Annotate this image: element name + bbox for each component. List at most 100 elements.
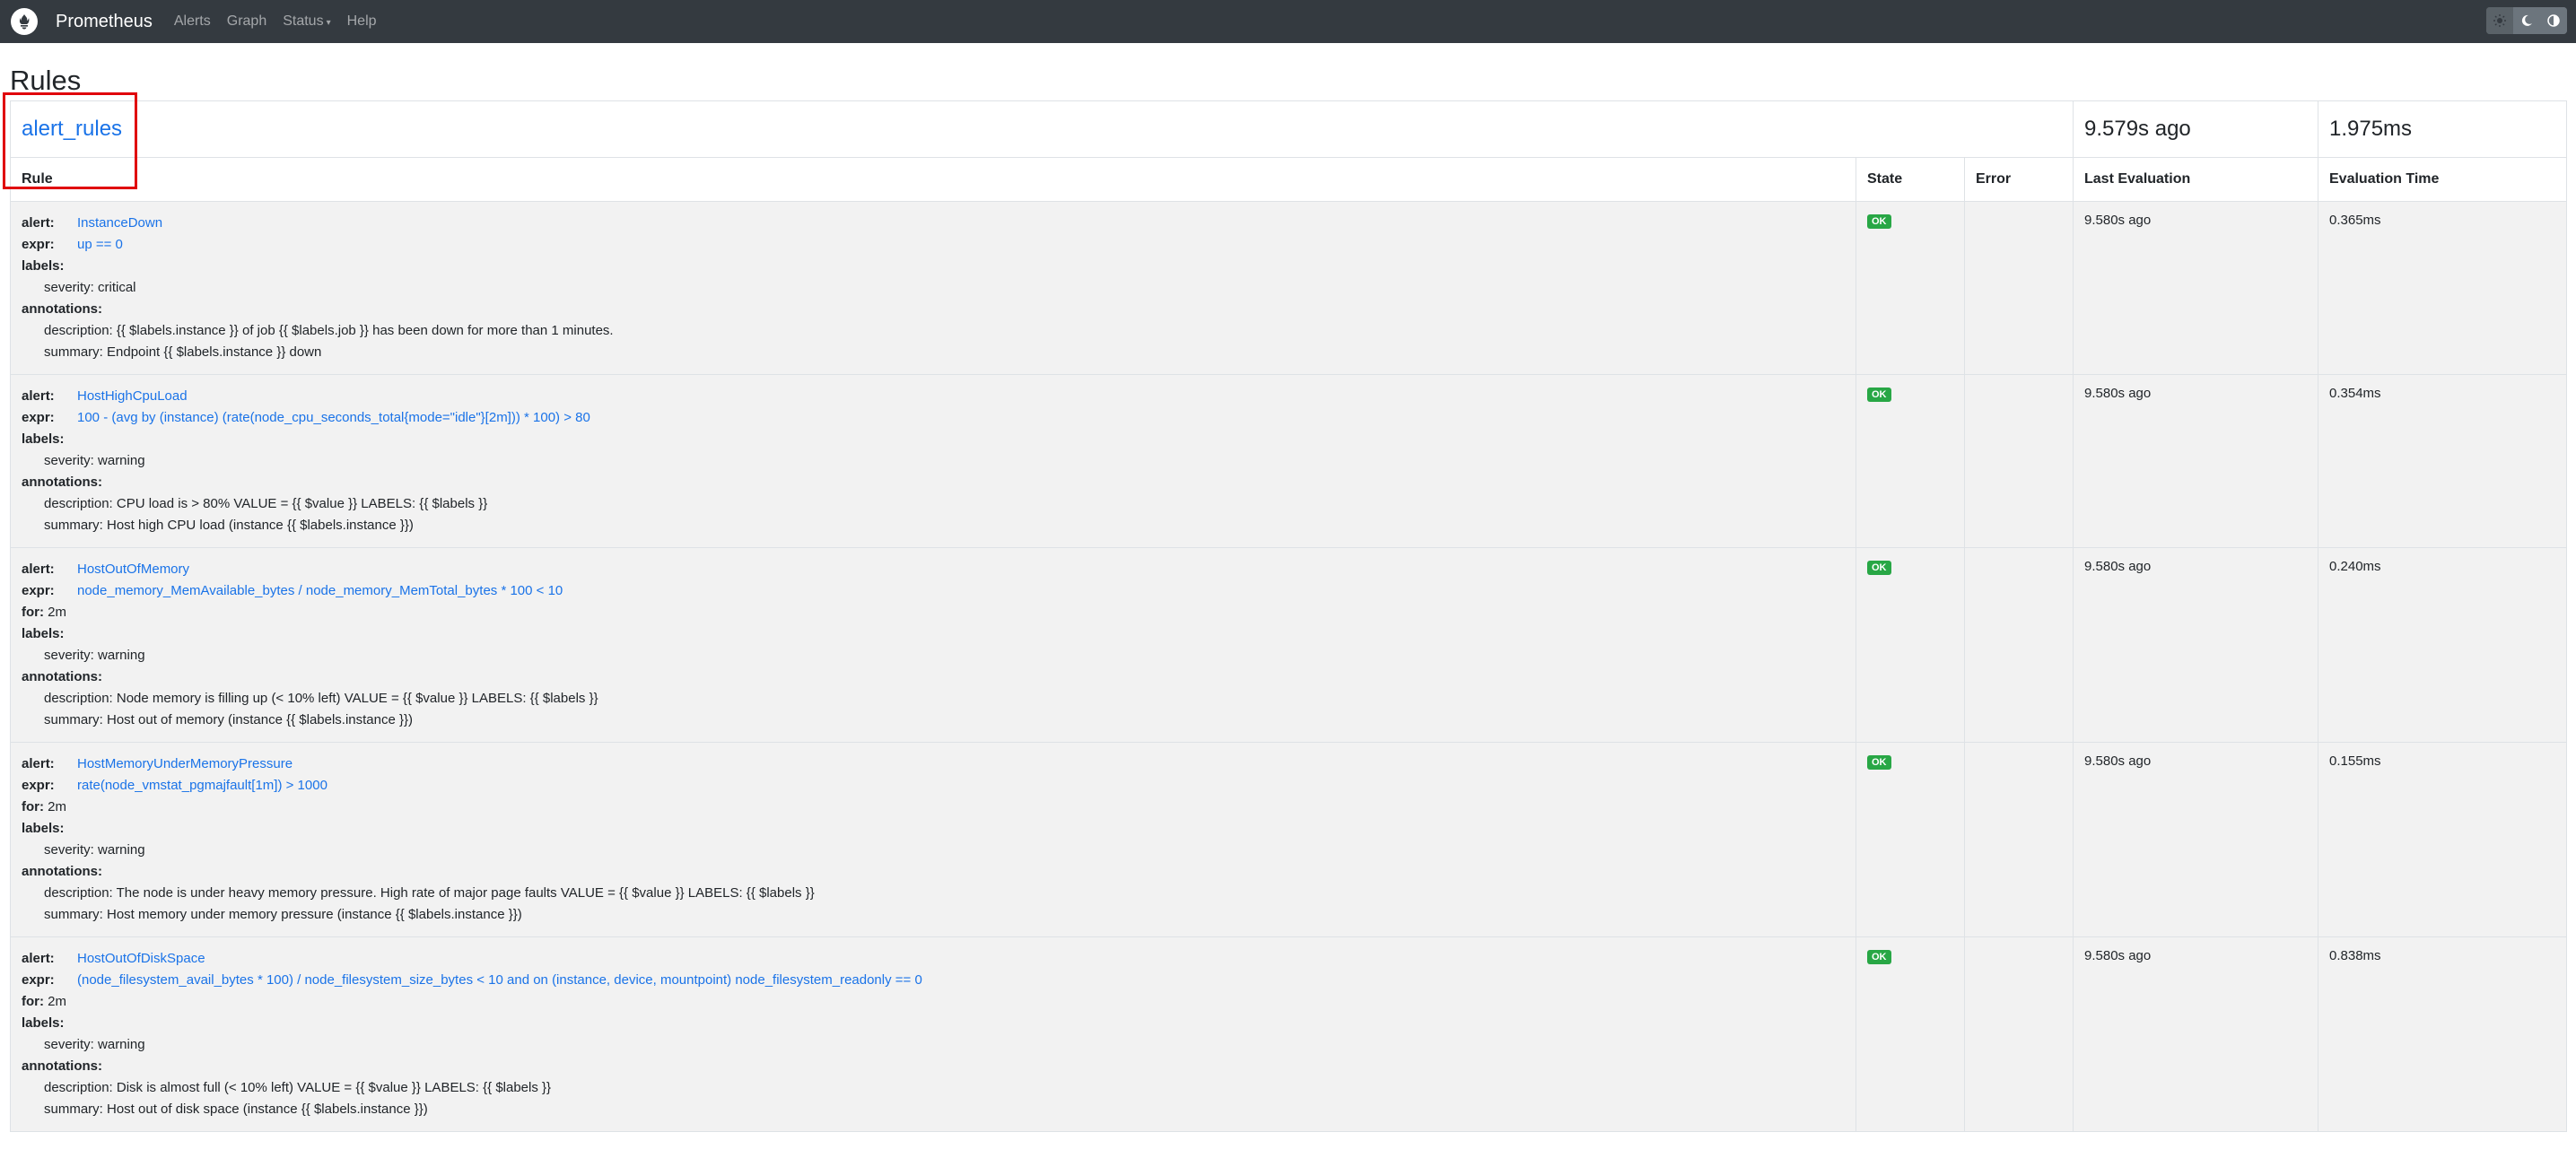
state-cell: OK (1856, 201, 1965, 375)
labels-key: labels: (22, 258, 65, 274)
page-title: Rules (10, 65, 82, 96)
half-circle-icon[interactable] (2540, 7, 2567, 34)
annotation-summary: summary: Endpoint {{ $labels.instance }}… (44, 344, 322, 360)
annotation-description: description: Disk is almost full (< 10% … (44, 1080, 552, 1095)
error-cell (1964, 547, 2074, 743)
evaluation-time-cell: 0.365ms (2318, 201, 2567, 375)
theme-toggle-group (2486, 7, 2567, 34)
status-badge: OK (1867, 214, 1891, 229)
evaluation-time-cell: 0.240ms (2318, 547, 2567, 743)
error-cell (1964, 742, 2074, 937)
moon-icon[interactable] (2513, 7, 2540, 34)
state-cell: OK (1856, 547, 1965, 743)
table-row: alert: HostMemoryUnderMemoryPressure expr… (10, 742, 2567, 937)
annotations-key: annotations: (22, 301, 102, 317)
error-cell (1964, 374, 2074, 548)
group-header-row: alert_rules 9.579s ago 1.975ms (10, 100, 2567, 158)
last-evaluation-cell: 9.580s ago (2073, 374, 2318, 548)
annotation-summary: summary: Host out of disk space (instanc… (44, 1102, 428, 1117)
table-row: alert: HostOutOfDiskSpace expr: (node_file… (10, 936, 2567, 1132)
state-cell: OK (1856, 936, 1965, 1132)
rule-group-table: alert_rules 9.579s ago 1.975ms Rule Stat… (10, 100, 2567, 1132)
last-evaluation-cell: 9.580s ago (2073, 936, 2318, 1132)
annotation-summary: summary: Host memory under memory pressu… (44, 907, 522, 922)
annotation-description: description: Node memory is filling up (… (44, 691, 598, 706)
expr-link[interactable]: (node_filesystem_avail_bytes * 100) / no… (77, 972, 922, 988)
status-badge: OK (1867, 561, 1891, 575)
error-cell (1964, 201, 2074, 375)
expr-key: expr: (22, 410, 55, 425)
alert-key: alert: (22, 215, 55, 231)
alert-name-link[interactable]: InstanceDown (77, 215, 162, 231)
evaluation-time-cell: 0.838ms (2318, 936, 2567, 1132)
annotation-summary: summary: Host out of memory (instance {{… (44, 712, 414, 727)
alert-name-link[interactable]: HostMemoryUnderMemoryPressure (77, 756, 293, 771)
last-evaluation-cell: 9.580s ago (2073, 742, 2318, 937)
rule-definition-cell: alert: HostOutOfDiskSpace expr: (node_file… (10, 936, 1856, 1132)
last-evaluation-cell: 9.580s ago (2073, 201, 2318, 375)
expr-link[interactable]: up == 0 (77, 237, 123, 252)
expr-key: expr: (22, 583, 55, 598)
nav-link-status-label: Status (283, 13, 324, 29)
for-key: for: (22, 994, 44, 1009)
rule-definition-cell: alert: HostOutOfMemory expr: node_memory_M… (10, 547, 1856, 743)
label-severity: severity: warning (44, 842, 145, 858)
table-row: alert: HostOutOfMemory expr: node_memory_M… (10, 547, 2567, 743)
label-severity: severity: warning (44, 1037, 145, 1052)
sun-icon[interactable] (2486, 7, 2513, 34)
group-evaluation-time: 1.975ms (2318, 100, 2567, 158)
rule-definition-cell: alert: InstanceDown expr: up == 0 labels: … (10, 201, 1856, 375)
nav-dropdown-status[interactable]: Status ▾ (283, 13, 330, 30)
annotations-key: annotations: (22, 669, 102, 684)
status-badge: OK (1867, 388, 1891, 402)
for-value: 2m (48, 994, 67, 1009)
expr-link[interactable]: node_memory_MemAvailable_bytes / node_me… (77, 583, 563, 598)
navbar: Prometheus Alerts Graph Status ▾ Help (0, 0, 2576, 43)
group-name-link[interactable]: alert_rules (22, 117, 122, 141)
status-badge: OK (1867, 755, 1891, 770)
nav-link-graph[interactable]: Graph (227, 13, 266, 30)
column-header-row: Rule State Error Last Evaluation Evaluat… (10, 157, 2567, 202)
alert-name-link[interactable]: HostOutOfMemory (77, 562, 189, 577)
annotation-description: description: CPU load is > 80% VALUE = {… (44, 496, 488, 511)
rule-definition-cell: alert: HostHighCpuLoad expr: 100 - (avg by… (10, 374, 1856, 548)
for-value: 2m (48, 799, 67, 814)
alert-key: alert: (22, 951, 55, 966)
labels-key: labels: (22, 1015, 65, 1031)
alert-key: alert: (22, 388, 55, 404)
alert-key: alert: (22, 562, 55, 577)
column-header-state: State (1856, 157, 1965, 202)
error-cell (1964, 936, 2074, 1132)
brand-link[interactable]: Prometheus (56, 12, 153, 32)
annotations-key: annotations: (22, 1058, 102, 1074)
group-name-cell: alert_rules (10, 100, 2074, 158)
expr-link[interactable]: rate(node_vmstat_pgmajfault[1m]) > 1000 (77, 778, 327, 793)
evaluation-time-cell: 0.155ms (2318, 742, 2567, 937)
for-key: for: (22, 605, 44, 620)
expr-link[interactable]: 100 - (avg by (instance) (rate(node_cpu_… (77, 410, 590, 425)
nav-link-help[interactable]: Help (347, 13, 377, 30)
column-header-error: Error (1964, 157, 2074, 202)
table-row: alert: InstanceDown expr: up == 0 labels: … (10, 201, 2567, 375)
expr-key: expr: (22, 237, 55, 252)
chevron-down-icon: ▾ (326, 18, 331, 28)
expr-key: expr: (22, 972, 55, 988)
nav-link-alerts[interactable]: Alerts (174, 13, 211, 30)
labels-key: labels: (22, 626, 65, 641)
alert-name-link[interactable]: HostOutOfDiskSpace (77, 951, 205, 966)
state-cell: OK (1856, 374, 1965, 548)
label-severity: severity: warning (44, 648, 145, 663)
labels-key: labels: (22, 431, 65, 447)
column-header-last-evaluation: Last Evaluation (2073, 157, 2318, 202)
annotation-description: description: The node is under heavy mem… (44, 885, 815, 901)
group-last-evaluation: 9.579s ago (2073, 100, 2318, 158)
annotations-key: annotations: (22, 475, 102, 490)
annotations-key: annotations: (22, 864, 102, 879)
evaluation-time-cell: 0.354ms (2318, 374, 2567, 548)
alert-name-link[interactable]: HostHighCpuLoad (77, 388, 188, 404)
column-header-evaluation-time: Evaluation Time (2318, 157, 2567, 202)
prometheus-logo-icon[interactable] (11, 8, 38, 35)
annotation-description: description: {{ $labels.instance }} of j… (44, 323, 614, 338)
for-value: 2m (48, 605, 67, 620)
annotation-summary: summary: Host high CPU load (instance {{… (44, 518, 414, 533)
